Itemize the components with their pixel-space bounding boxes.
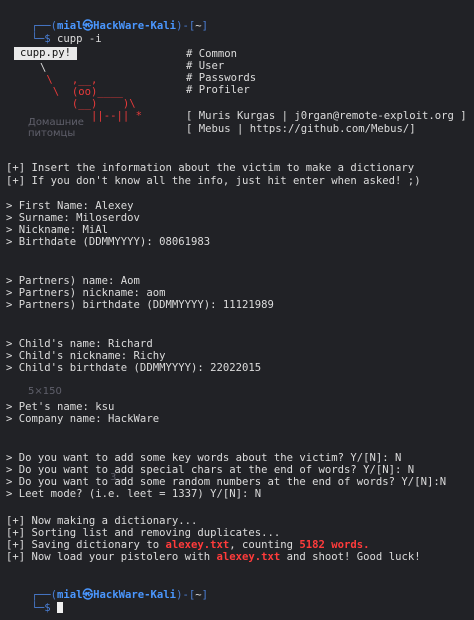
saving-prefix: [+] Saving dictionary to [6, 539, 166, 551]
prompt-separator-2: )-[ [176, 589, 196, 602]
ascii-art-line-1: \ [40, 62, 47, 74]
ascii-art-line-4: (__) )\ [40, 98, 136, 110]
saving-middle: , counting [229, 539, 300, 551]
partner-birthdate: > Partners) birthdate (DDMMYYYY): 111219… [6, 299, 274, 311]
company-name: > Company name: HackWare [6, 413, 160, 425]
result-load: [+] Now load your pistolero with alexey.… [6, 551, 421, 563]
partner-name: > Partners) name: Aom [6, 275, 140, 287]
banner-user: # User [186, 60, 225, 72]
result-sorting: [+] Sorting list and removing duplicates… [6, 527, 281, 539]
intro-line-1: [+] Insert the information about the vic… [6, 162, 415, 174]
load-suffix: and shoot! Good luck! [280, 551, 421, 563]
prompt-separator: )-[ [176, 20, 196, 33]
question-leet-mode: > Leet mode? (i.e. leet = 1337) Y/[N]: N [6, 488, 262, 500]
ascii-art-line-3: \ (oo)____ [40, 86, 123, 98]
child-birthdate: > Child's birthdate (DDMMYYYY): 22022015 [6, 362, 262, 374]
prompt-line-top-2: ┌──(mial㉿HackWare-Kali)-[~] [6, 577, 208, 601]
prompt-line-command: └─$ cupp -i [6, 21, 102, 45]
prompt-corner-bottom: └─$ [31, 33, 58, 46]
banner-passwords: # Passwords [186, 72, 257, 84]
banner-common: # Common [186, 48, 238, 60]
output-filename: alexey.txt [165, 539, 230, 551]
child-nickname: > Child's nickname: Richy [6, 350, 166, 362]
cupp-banner-label: cupp.py! [14, 47, 78, 60]
load-filename: alexey.txt [216, 551, 281, 563]
typed-command: cupp -i [57, 33, 102, 46]
victim-birthdate: > Birthdate (DDMMYYYY): 08061983 [6, 236, 211, 248]
question-special-chars: > Do you want to add special chars at th… [6, 464, 415, 476]
banner-profiler: # Profiler [186, 84, 250, 96]
watermark-middle: 5×150 [28, 386, 62, 397]
prompt-user-host-2: mial㉿HackWare-Kali [57, 589, 177, 602]
load-prefix: [+] Now load your pistolero with [6, 551, 217, 563]
word-count: 5182 words. [299, 539, 370, 551]
victim-nickname: > Nickname: MiAl [6, 224, 109, 236]
victim-surname: > Surname: Miloserdov [6, 212, 140, 224]
question-keywords: > Do you want to add some key words abou… [6, 452, 402, 464]
child-name: > Child's name: Richard [6, 338, 153, 350]
text-cursor[interactable] [57, 602, 64, 614]
intro-line-2: [+] If you don't know all the info, just… [6, 175, 421, 187]
terminal-window[interactable]: ┌──(mial㉿HackWare-Kali)-[~] └─$ cupp -i … [0, 0, 474, 620]
prompt-bracket-end-2: ] [201, 589, 208, 602]
result-making: [+] Now making a dictionary... [6, 515, 198, 527]
watermark-text: Домашние питомцы [28, 117, 84, 139]
prompt-corner-bottom-2: └─$ [31, 602, 58, 615]
banner-credit-1: [ Muris Kurgas | j0rgan@remote-exploit.o… [186, 110, 467, 122]
ascii-art-line-2: \ ,__, [40, 74, 98, 86]
prompt-line-input[interactable]: └─$ [6, 590, 64, 614]
question-random-numbers: > Do you want to add some random numbers… [6, 476, 447, 488]
partner-nickname: > Partners) nickname: aom [6, 287, 166, 299]
banner-credit-2: [ Mebus | https://github.com/Mebus/] [186, 123, 416, 135]
prompt-bracket-end: ] [201, 20, 208, 33]
prompt-line-top: ┌──(mial㉿HackWare-Kali)-[~] [6, 8, 208, 32]
pet-name: > Pet's name: ksu [6, 401, 115, 413]
result-saving: [+] Saving dictionary to alexey.txt, cou… [6, 539, 370, 551]
victim-first-name: > First Name: Alexey [6, 200, 134, 212]
